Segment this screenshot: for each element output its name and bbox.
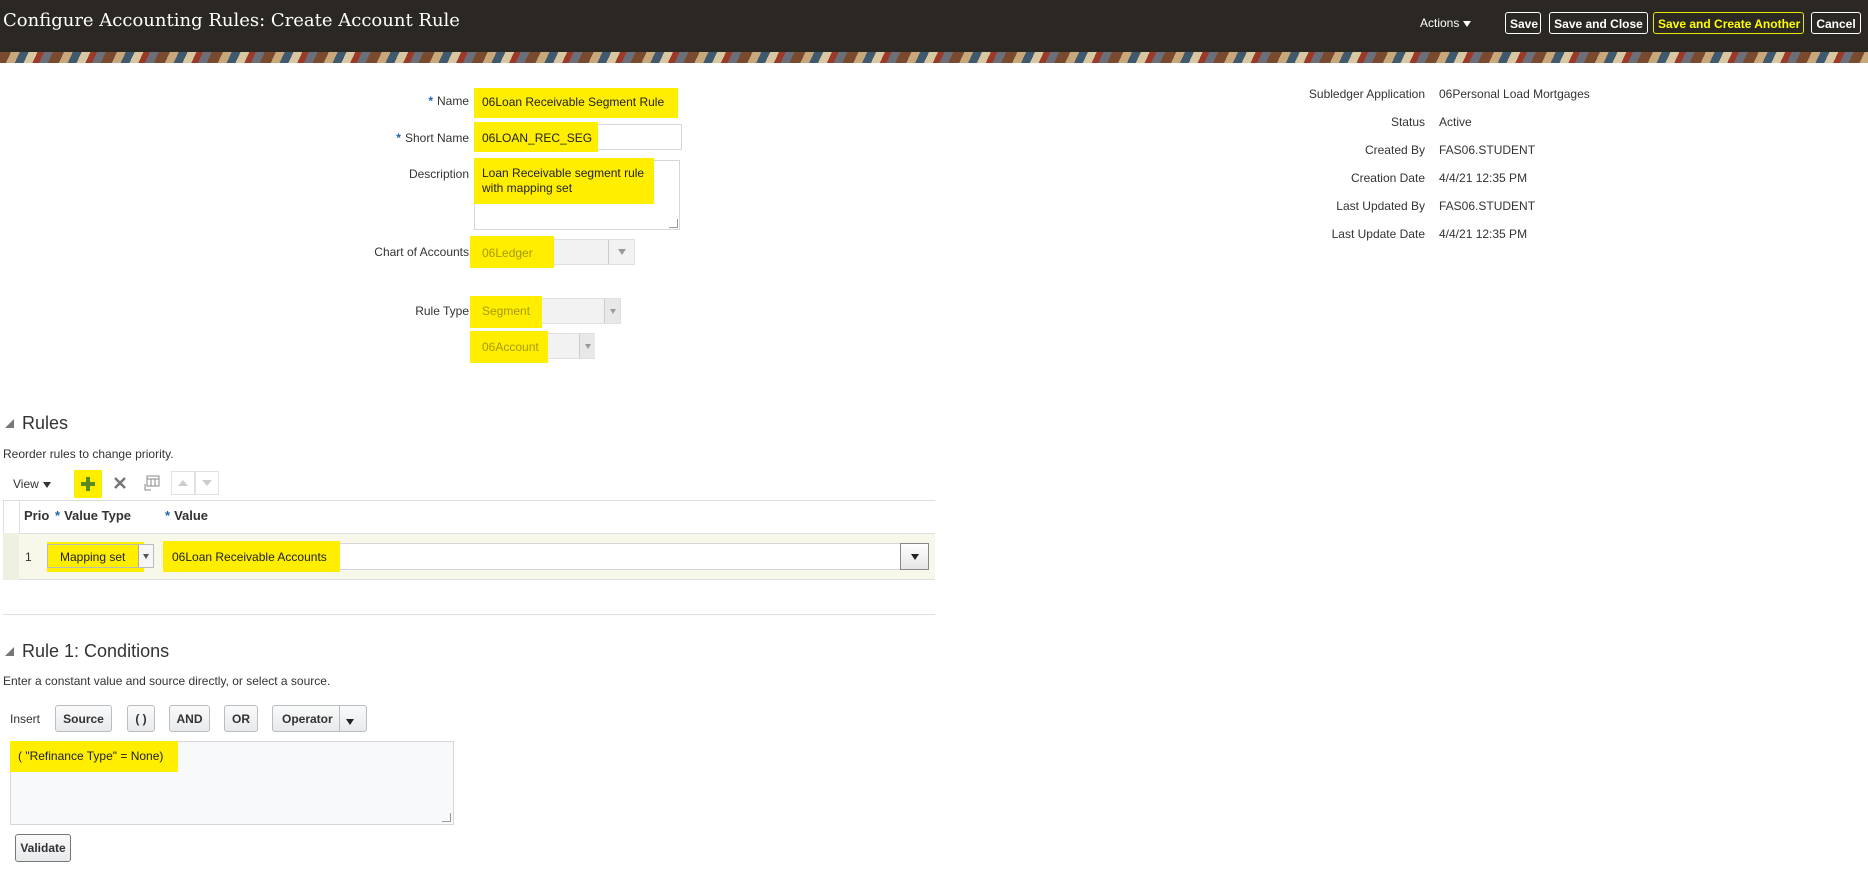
status-label: Status: [1390, 115, 1425, 129]
save-button[interactable]: Save: [1505, 12, 1541, 34]
and-button[interactable]: AND: [169, 705, 210, 732]
parentheses-button[interactable]: ( ): [127, 705, 155, 732]
created-by-value: FAS06.STUDENT: [1439, 143, 1536, 157]
resize-handle-icon[interactable]: [669, 219, 678, 228]
page-title: Configure Accounting Rules: Create Accou…: [3, 10, 460, 31]
decorative-banner: [0, 52, 1868, 63]
column-header-value-type: * Value Type: [55, 508, 132, 523]
conditions-section-title: Rule 1: Conditions: [22, 641, 170, 661]
chart-of-accounts-label: Chart of Accounts: [374, 245, 469, 259]
subledger-value: 06Personal Load Mortgages: [1439, 87, 1590, 101]
delete-icon[interactable]: [108, 471, 132, 495]
chevron-down-icon: [42, 481, 51, 488]
chart-of-accounts-value: 06Ledger: [482, 246, 533, 260]
chevron-down-icon: [1463, 20, 1472, 27]
column-header-value: * Value: [165, 508, 209, 523]
column-header-prio: Prio: [24, 508, 50, 523]
chevron-down-icon[interactable]: [900, 543, 929, 570]
actions-label: Actions: [1420, 16, 1460, 30]
description-value: Loan Receivable segment rule with mappin…: [482, 166, 645, 195]
chevron-down-icon[interactable]: [608, 240, 634, 264]
save-and-create-another-button[interactable]: Save and Create Another: [1653, 12, 1804, 34]
creation-date-label: Creation Date: [1350, 171, 1425, 185]
collapse-icon[interactable]: [5, 647, 14, 656]
row-selector[interactable]: [3, 533, 19, 580]
short-name-label: * Short Name: [396, 131, 469, 145]
rule-type-value: Segment: [482, 304, 531, 318]
rule-type-label: Rule Type: [415, 304, 469, 318]
source-button[interactable]: Source: [55, 705, 112, 732]
last-updated-by-value: FAS06.STUDENT: [1439, 199, 1536, 213]
description-label: Description: [408, 167, 469, 181]
conditions-hint: Enter a constant value and source direct…: [3, 674, 331, 688]
chevron-down-icon[interactable]: [346, 714, 354, 728]
resize-handle-icon[interactable]: [442, 813, 451, 822]
section-divider: [3, 614, 935, 615]
last-updated-by-label: Last Updated By: [1336, 199, 1425, 213]
value-type-value: Mapping set: [60, 550, 126, 564]
insert-label: Insert: [10, 712, 41, 726]
row-prio: 1: [25, 550, 32, 564]
detach-table-icon[interactable]: [140, 471, 164, 495]
value-text: 06Loan Receivable Accounts: [172, 550, 327, 564]
short-name-value: 06LOAN_REC_SEG: [482, 131, 593, 145]
chevron-down-icon[interactable]: [604, 299, 620, 323]
segment-value: 06Account: [482, 340, 539, 354]
chevron-down-icon[interactable]: [138, 545, 153, 567]
last-update-date-value: 4/4/21 12:35 PM: [1439, 227, 1528, 241]
subledger-label: Subledger Application: [1308, 87, 1425, 101]
validate-button[interactable]: Validate: [15, 834, 71, 862]
view-menu[interactable]: View: [13, 477, 51, 491]
add-icon[interactable]: [74, 470, 102, 498]
name-value: 06Loan Receivable Segment Rule: [482, 95, 665, 109]
or-button[interactable]: OR: [224, 705, 258, 732]
move-down-icon[interactable]: [195, 471, 219, 495]
view-label: View: [13, 477, 39, 491]
actions-menu[interactable]: Actions: [1420, 16, 1472, 30]
operator-divider: [339, 706, 340, 731]
condition-expression: ( "Refinance Type" = None): [18, 749, 164, 763]
cancel-button[interactable]: Cancel: [1811, 12, 1861, 34]
move-up-icon[interactable]: [171, 471, 195, 495]
chevron-down-icon[interactable]: [579, 334, 595, 358]
save-and-close-button[interactable]: Save and Close: [1549, 12, 1648, 34]
rules-section-title: Rules: [22, 413, 69, 433]
name-label: * Name: [428, 94, 469, 108]
collapse-icon[interactable]: [5, 419, 14, 428]
rules-hint: Reorder rules to change priority.: [3, 447, 174, 461]
status-value: Active: [1439, 115, 1472, 129]
creation-date-value: 4/4/21 12:35 PM: [1439, 171, 1528, 185]
last-update-date-label: Last Update Date: [1331, 227, 1425, 241]
created-by-label: Created By: [1364, 143, 1425, 157]
operator-label: Operator: [282, 711, 333, 726]
